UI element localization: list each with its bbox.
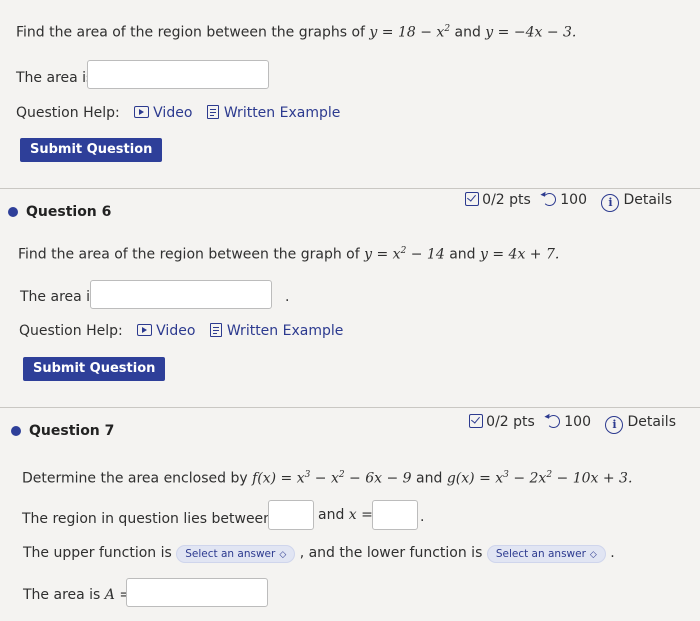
q5-question-help: Question Help: Video Written Example	[16, 105, 340, 121]
q6-period: .	[285, 289, 290, 305]
q6-prompt: Find the area of the region between the …	[18, 246, 560, 263]
q5-area-label: The area is	[16, 70, 94, 86]
q6-retries: 100	[560, 192, 587, 208]
q7-status-dot	[11, 426, 21, 436]
q7-points: 0/2 pts	[486, 414, 535, 430]
retry-icon	[547, 415, 561, 428]
q7-lower-bound-input[interactable]	[268, 500, 314, 530]
retry-icon	[543, 193, 557, 206]
q7-and-label: and x =	[318, 507, 373, 523]
q7-upper-function-select[interactable]: Select an answer ◇	[176, 545, 296, 563]
q5-prompt: Find the area of the region between the …	[16, 24, 577, 41]
q6-area-input[interactable]	[90, 280, 272, 309]
q6-points: 0/2 pts	[482, 192, 531, 208]
video-icon	[137, 324, 153, 336]
q7-upper-bound-input[interactable]	[372, 500, 418, 530]
q7-retries: 100	[564, 414, 591, 430]
q6-question-help: Question Help: Video Written Example	[19, 323, 343, 339]
checkbox-icon	[465, 192, 480, 206]
q5-written-example-link[interactable]: Written Example	[206, 105, 340, 121]
q6-area-label: The area is	[20, 289, 98, 305]
q7-meta: 0/2 pts 100 i Details	[469, 414, 676, 434]
chevron-updown-icon: ◇	[279, 550, 287, 560]
q7-region-text: The region in question lies between x =	[22, 511, 301, 527]
question-help-label: Question Help:	[16, 105, 120, 121]
chevron-updown-icon: ◇	[589, 550, 597, 560]
q7-period: .	[420, 509, 425, 525]
q6-status-dot	[8, 207, 18, 217]
document-icon	[209, 323, 222, 337]
q7-lower-function-select[interactable]: Select an answer ◇	[486, 545, 606, 563]
checkbox-icon	[469, 414, 484, 428]
q6-title: Question 6	[26, 204, 112, 220]
q6-submit-button[interactable]: Submit Question	[23, 357, 166, 381]
q5-area-input[interactable]	[87, 60, 269, 89]
q7-area-label: The area is A =	[23, 587, 132, 603]
divider	[0, 407, 700, 408]
q5-video-link[interactable]: Video	[134, 105, 192, 121]
q5-submit-button[interactable]: Submit Question	[20, 138, 163, 162]
video-icon	[134, 106, 150, 118]
q6-details-button[interactable]: i Details	[591, 192, 672, 212]
info-icon: i	[605, 416, 624, 434]
q7-function-row: The upper function is Select an answer ◇ …	[23, 545, 615, 563]
q7-title: Question 7	[29, 423, 115, 439]
divider	[0, 188, 700, 189]
q6-written-example-link[interactable]: Written Example	[209, 323, 343, 339]
q6-video-link[interactable]: Video	[137, 323, 195, 339]
question-help-label: Question Help:	[19, 323, 123, 339]
q7-details-button[interactable]: i Details	[595, 414, 676, 434]
q7-prompt: Determine the area enclosed by f(x) = x3…	[22, 470, 633, 487]
q6-meta: 0/2 pts 100 i Details	[465, 192, 672, 212]
q7-area-input[interactable]	[126, 578, 268, 607]
info-icon: i	[601, 194, 620, 212]
document-icon	[206, 105, 219, 119]
